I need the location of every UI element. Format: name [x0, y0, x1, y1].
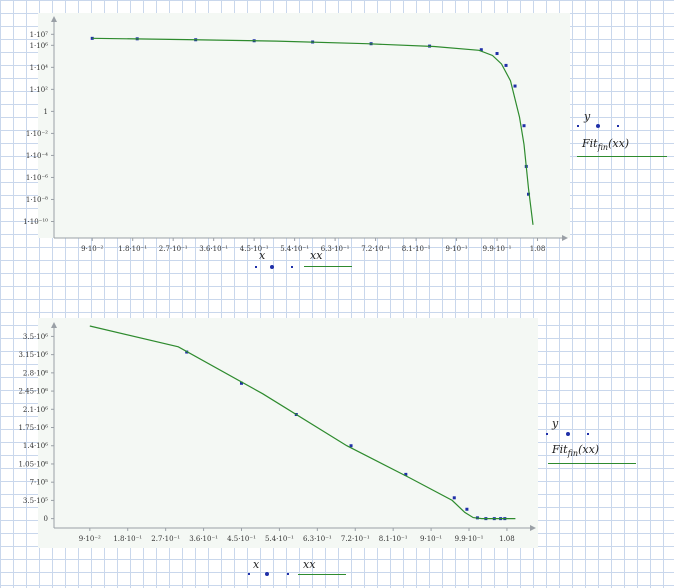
x-tick-label: 8.1·10⁻¹	[402, 245, 431, 253]
y-tick-label: 1.05·10⁶	[18, 460, 48, 468]
y-tick-label: 1·10²	[30, 86, 49, 94]
x-tick-label: 6.3·10⁻¹	[303, 535, 332, 543]
x-tick-label: 1.8·10⁻¹	[113, 535, 142, 543]
legend-label-y: y	[584, 110, 591, 123]
x-legend-marker	[248, 573, 250, 575]
data-point	[465, 507, 469, 511]
x-tick-label: 4.5·10⁻¹	[227, 535, 256, 543]
y-tick-label: 3.5·10⁵	[23, 497, 48, 505]
x-tick-label: 5.4·10⁻¹	[280, 245, 309, 253]
linear-scale-chart: 3.5·10⁶ 3.15·10⁶ 2.8·10⁶ 2.45·10⁶ 2.1·10⁶ 1.7…	[18, 322, 536, 543]
fit-series-line	[92, 37, 534, 225]
x-tick-label: 2.7·10⁻¹	[151, 535, 180, 543]
x-axis-label-x: x	[259, 249, 266, 262]
x-tick-label: 9·10⁻¹	[420, 535, 442, 543]
x-tick-label: 9.9·10⁻¹	[483, 245, 512, 253]
x-tick-label: 5.4·10⁻¹	[265, 535, 294, 543]
y-tick-label: 1·10⁷	[30, 31, 49, 39]
x-legend-marker	[270, 265, 274, 269]
y-tick-label: 1·10⁴	[30, 64, 49, 72]
legend-label-y: y	[552, 417, 559, 430]
data-point	[495, 52, 499, 56]
x-tick-label: 1.08	[499, 535, 515, 543]
xx-legend-line	[304, 266, 352, 267]
x-tick-label: 1.8·10⁻¹	[118, 245, 147, 253]
x-tick-label: 2.7·10⁻¹	[159, 245, 188, 253]
y-tick-label: 3.5·10⁶	[23, 333, 48, 341]
x-tick-label: 9.9·10⁻¹	[455, 535, 484, 543]
fit-series-line	[89, 325, 516, 520]
y-tick-label: 1·10⁻⁶	[26, 174, 48, 182]
y-legend-marker	[587, 433, 589, 435]
x-legend-marker	[291, 266, 293, 268]
data-point	[522, 124, 526, 128]
y-axis-arrow	[51, 16, 57, 22]
x-tick-label: 9·10⁻¹	[446, 245, 468, 253]
log-plot-region[interactable]: 1·10⁷ 1·10⁶ 1·10⁴ 1·10² 1 1·10⁻² 1·10⁻⁴ 1·10⁻⁶ 1…	[0, 0, 674, 290]
y-legend-marker	[617, 125, 619, 127]
y-tick-label: 1·10⁶	[30, 42, 49, 50]
y-legend-marker	[577, 125, 579, 127]
legend-label-fit: Fitfin(xx)	[552, 443, 600, 459]
y-tick-label: 2.1·10⁶	[23, 406, 48, 414]
x-tick-label: 9·10⁻²	[81, 245, 103, 253]
linear-plot-region[interactable]: 3.5·10⁶ 3.15·10⁶ 2.8·10⁶ 2.45·10⁶ 2.1·10⁶ 1.7…	[0, 290, 674, 588]
x-axis-arrow	[562, 235, 568, 241]
y-legend-marker	[546, 433, 548, 435]
y-tick-label: 1·10⁻²	[26, 130, 48, 138]
x-legend-marker	[255, 266, 257, 268]
x-tick-label: 9·10⁻²	[79, 535, 101, 543]
x-axis-label-x: x	[253, 558, 260, 571]
y-tick-label: 1·10⁻⁸	[26, 196, 48, 204]
fit-legend-line	[577, 156, 667, 157]
x-tick-label: 6.3·10⁻¹	[321, 245, 350, 253]
y-tick-label: 1·10⁻⁴	[26, 152, 48, 160]
x-tick-label: 8.1·10⁻¹	[379, 535, 408, 543]
fit-legend-line	[548, 463, 636, 464]
x-tick-label: 7.2·10⁻¹	[361, 245, 390, 253]
data-point	[452, 496, 456, 500]
y-tick-label: 2.8·10⁶	[23, 369, 48, 377]
data-point	[504, 63, 508, 67]
xx-legend-line	[298, 574, 346, 575]
x-legend-marker	[287, 573, 289, 575]
y-legend-marker	[566, 432, 570, 436]
x-legend-marker	[265, 572, 269, 576]
y-tick-label: 1.75·10⁶	[18, 424, 48, 432]
x-tick-label: 1.08	[530, 245, 546, 253]
log-scale-chart: 1·10⁷ 1·10⁶ 1·10⁴ 1·10² 1 1·10⁻² 1·10⁻⁴ 1·10⁻⁶ 1…	[23, 16, 568, 253]
x-tick-label: 3.6·10⁻¹	[199, 245, 228, 253]
y-legend-marker	[596, 124, 600, 128]
y-tick-label: 3.15·10⁶	[18, 351, 48, 359]
x-axis-label-xx: xx	[310, 249, 323, 262]
y-tick-label: 1.4·10⁶	[23, 442, 48, 450]
y-tick-label: 1	[44, 108, 48, 116]
y-tick-label: 7·10⁵	[30, 479, 49, 487]
x-axis-arrow	[530, 525, 536, 531]
x-tick-label: 3.6·10⁻¹	[189, 535, 218, 543]
y-tick-label: 1·10⁻¹⁰	[23, 218, 48, 226]
y-tick-label: 0	[44, 515, 48, 523]
data-point	[513, 84, 517, 88]
x-tick-label: 7.2·10⁻¹	[341, 535, 370, 543]
y-axis-arrow	[51, 322, 57, 328]
x-axis-label-xx: xx	[303, 558, 316, 571]
legend-label-fit: Fitfin(xx)	[582, 137, 630, 153]
y-tick-label: 2.45·10⁶	[18, 388, 48, 396]
